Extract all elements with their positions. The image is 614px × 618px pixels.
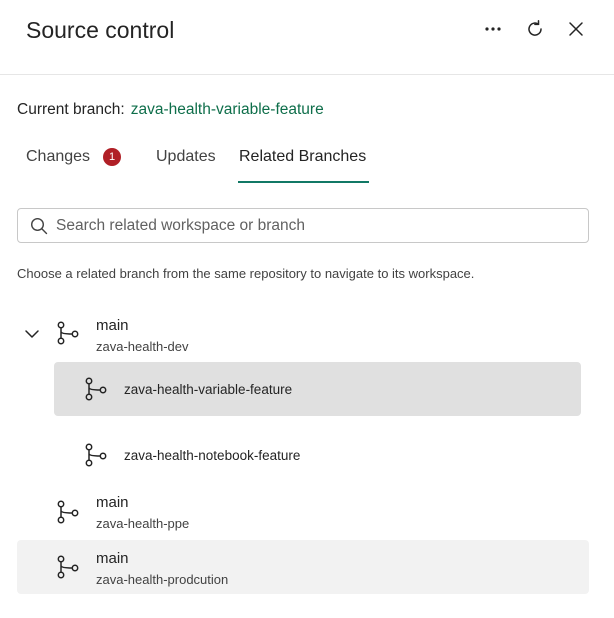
description-text: Choose a related branch from the same re…: [17, 266, 475, 281]
workspace-name: zava-health-notebook-feature: [124, 448, 301, 463]
branch-row-ppe[interactable]: main zava-health-ppe: [17, 486, 589, 536]
changes-count-badge: 1: [103, 148, 121, 166]
tab-bar: Changes 1 Updates Related Branches: [0, 140, 614, 184]
workspace-name: zava-health-ppe: [96, 516, 190, 531]
branch-icon: [57, 321, 79, 345]
current-branch-label: Current branch:: [17, 101, 125, 118]
search-icon: [30, 217, 48, 235]
branch-name: main: [96, 317, 129, 334]
tab-updates[interactable]: Updates: [156, 148, 216, 166]
branch-row-notebook-feature[interactable]: zava-health-notebook-feature: [54, 428, 581, 482]
close-button[interactable]: [561, 14, 591, 44]
branch-icon: [85, 377, 107, 401]
refresh-icon: [528, 20, 542, 36]
refresh-button[interactable]: [520, 14, 550, 44]
tab-changes[interactable]: Changes: [26, 148, 90, 166]
branch-icon: [57, 555, 79, 579]
search-input[interactable]: [56, 209, 576, 242]
active-tab-indicator: [238, 181, 369, 183]
tab-related-branches[interactable]: Related Branches: [239, 148, 366, 166]
current-branch-value[interactable]: zava-health-variable-feature: [131, 101, 324, 118]
branch-name: main: [96, 494, 129, 511]
branch-icon: [57, 500, 79, 524]
branch-icon: [85, 443, 107, 467]
branch-row-prodcution[interactable]: main zava-health-prodcution: [17, 540, 589, 594]
branch-name: main: [96, 550, 129, 567]
panel-title: Source control: [26, 17, 175, 43]
more-options-button[interactable]: [478, 14, 508, 44]
workspace-name: zava-health-variable-feature: [124, 382, 293, 397]
workspace-name: zava-health-dev: [96, 339, 189, 354]
close-icon: [569, 22, 583, 36]
more-horizontal-icon: [485, 27, 501, 31]
branch-row-variable-feature[interactable]: zava-health-variable-feature: [54, 362, 581, 416]
workspace-name: zava-health-prodcution: [96, 572, 229, 587]
chevron-down-icon[interactable]: [24, 328, 40, 340]
panel-header: Source control: [0, 0, 614, 75]
current-branch: Current branch: zava-health-variable-feat…: [17, 101, 324, 119]
search-box[interactable]: [17, 208, 589, 243]
